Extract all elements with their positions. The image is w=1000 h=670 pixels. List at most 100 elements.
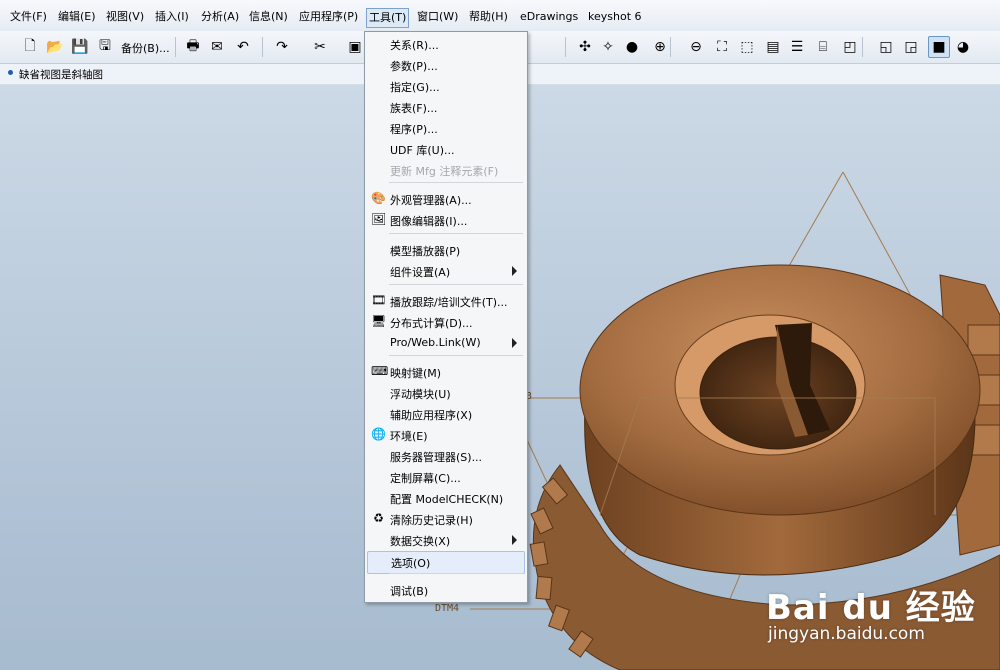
menu-item-3[interactable]: 插入(I) <box>153 9 191 25</box>
undo-icon[interactable]: ↶ <box>233 37 253 57</box>
menu-item-11[interactable]: keyshot 6 <box>586 9 644 25</box>
orient-icon[interactable]: ✧ <box>598 37 618 57</box>
tools-menu-item-21[interactable]: ♻ 清除历史记录(H) <box>367 509 523 530</box>
tools-menu-item-9[interactable]: 模型播放器(P) <box>367 240 523 261</box>
menu-item-1[interactable]: 编辑(E) <box>56 9 98 25</box>
refit-icon[interactable]: ⛶ <box>712 37 732 57</box>
menu-divider <box>389 573 523 574</box>
menu-item-0[interactable]: 文件(F) <box>8 9 49 25</box>
image-editor-icon: 🖼 <box>371 212 387 226</box>
message-text: 缺省视图是斜轴图 <box>19 69 103 81</box>
new-file-icon[interactable]: 🗋 <box>20 37 40 57</box>
save-as-icon[interactable]: 🖫 <box>95 37 115 57</box>
hidden-line-icon[interactable]: ◱ <box>876 37 896 57</box>
tools-menu-item-11[interactable]: 🎞 播放跟踪/培训文件(T)... <box>367 291 523 312</box>
tools-menu-item-label: 程序(P)... <box>390 123 438 136</box>
tools-menu-item-13[interactable]: Pro/Web.Link(W) <box>367 333 523 354</box>
tools-menu-item-label: 分布式计算(D)... <box>390 317 473 330</box>
send-mail-icon[interactable]: ✉ <box>207 37 227 57</box>
tools-menu-item-label: 配置 ModelCHECK(N) <box>390 493 504 506</box>
save-icon[interactable]: 💾 <box>70 37 90 57</box>
tools-menu-item-22[interactable]: 数据交换(X) <box>367 530 523 551</box>
tools-menu-item-6: 更新 Mfg 注释元素(F) <box>367 160 523 181</box>
tools-menu-item-3[interactable]: 族表(F)... <box>367 97 523 118</box>
toolbar-separator <box>565 37 566 57</box>
tools-menu-item-14[interactable]: ⌨ 映射键(M) <box>367 362 523 383</box>
appearance-manager-icon: 🎨 <box>371 191 386 205</box>
menu-item-10[interactable]: eDrawings <box>518 9 580 25</box>
zoom-out-icon[interactable]: ⊖ <box>686 37 706 57</box>
bullet-icon <box>8 70 13 75</box>
menu-item-4[interactable]: 分析(A) <box>199 9 241 25</box>
tools-menu-item-label: 数据交换(X) <box>390 535 451 548</box>
tools-menu-item-19[interactable]: 定制屏幕(C)... <box>367 467 523 488</box>
tools-menu-item-label: 图像编辑器(I)... <box>390 215 468 228</box>
cut-icon[interactable]: ✂ <box>310 37 330 57</box>
tools-menu-item-label: 辅助应用程序(X) <box>390 409 473 422</box>
menu-item-9[interactable]: 帮助(H) <box>467 9 510 25</box>
menu-item-7[interactable]: 工具(T) <box>366 8 410 28</box>
wireframe-icon[interactable]: ◰ <box>840 37 860 57</box>
playback-trail-icon: 🎞 <box>371 293 387 307</box>
tools-menu-item-15[interactable]: 浮动模块(U) <box>367 383 523 404</box>
tools-menu-item-17[interactable]: 🌐 环境(E) <box>367 425 523 446</box>
tools-menu-item-label: 外观管理器(A)... <box>390 194 472 207</box>
tools-menu-item-label: 浮动模块(U) <box>390 388 451 401</box>
tools-menu-item-label: 族表(F)... <box>390 102 438 115</box>
tools-menu-item-16[interactable]: 辅助应用程序(X) <box>367 404 523 425</box>
tools-menu-item-8[interactable]: 🖼 图像编辑器(I)... <box>367 210 523 231</box>
submenu-arrow-icon <box>512 535 517 545</box>
menu-divider <box>389 182 523 183</box>
open-folder-icon[interactable]: 📂 <box>45 37 65 57</box>
toolbar-separator <box>175 37 176 57</box>
submenu-arrow-icon <box>512 266 517 276</box>
tools-menu: 关系(R)... 参数(P)... 指定(G)... 族表(F)... 程序(P)...… <box>364 31 528 603</box>
tools-menu-item-2[interactable]: 指定(G)... <box>367 76 523 97</box>
menu-divider <box>389 355 523 356</box>
shaded-icon[interactable]: ■ <box>928 36 950 58</box>
tools-menu-item-10[interactable]: 组件设置(A) <box>367 261 523 282</box>
tools-menu-item-label: 指定(G)... <box>390 81 440 94</box>
tools-menu-item-label: 定制屏幕(C)... <box>390 472 461 485</box>
no-hidden-icon[interactable]: ◲ <box>901 37 921 57</box>
tools-menu-item-1[interactable]: 参数(P)... <box>367 55 523 76</box>
menu-bar: 文件(F) 编辑(E) 视图(V) 插入(I) 分析(A) 信息(N) 应用程序(P) 工具(… <box>0 0 1000 32</box>
spin-center-icon[interactable]: ✣ <box>575 37 595 57</box>
tools-menu-item-0[interactable]: 关系(R)... <box>367 34 523 55</box>
menu-item-5[interactable]: 信息(N) <box>247 9 290 25</box>
layers-icon[interactable]: ☰ <box>787 37 807 57</box>
tools-menu-item-7[interactable]: 🎨 外观管理器(A)... <box>367 189 523 210</box>
redo-icon[interactable]: ↷ <box>272 37 292 57</box>
backup-button-label[interactable]: 备份(B)... <box>121 40 170 56</box>
tools-menu-item-23[interactable]: 选项(O) <box>367 551 525 574</box>
tools-menu-item-18[interactable]: 服务器管理器(S)... <box>367 446 523 467</box>
menu-divider <box>389 284 523 285</box>
toolbar-separator <box>670 37 671 57</box>
zoom-in-icon[interactable]: ⊕ <box>650 37 670 57</box>
menu-divider <box>389 233 523 234</box>
distributed-computing-icon: 🖥 <box>371 314 387 328</box>
tools-menu-item-20[interactable]: 配置 ModelCHECK(N) <box>367 488 523 509</box>
shading-icon[interactable]: ● <box>622 37 642 57</box>
watermark-url: jingyan.baidu.com <box>768 624 925 644</box>
repaint-icon[interactable]: ▣ <box>345 37 365 57</box>
tools-menu-item-label: 播放跟踪/培训文件(T)... <box>390 296 508 309</box>
toolbar-separator <box>862 37 863 57</box>
model-tree-icon[interactable]: ⌸ <box>813 37 833 57</box>
tools-menu-item-24[interactable]: 调试(B) <box>367 580 523 601</box>
tools-menu-item-12[interactable]: 🖥 分布式计算(D)... <box>367 312 523 333</box>
tools-menu-item-4[interactable]: 程序(P)... <box>367 118 523 139</box>
tools-menu-item-label: 调试(B) <box>390 585 429 598</box>
tools-menu-item-label: 更新 Mfg 注释元素(F) <box>390 165 499 178</box>
print-icon[interactable]: 🖶 <box>183 37 203 57</box>
appearance-icon[interactable]: ◕ <box>953 37 973 57</box>
tools-menu-item-label: 选项(O) <box>391 557 431 570</box>
saved-views-icon[interactable]: ▤ <box>763 37 783 57</box>
menu-item-8[interactable]: 窗口(W) <box>415 9 460 25</box>
menu-item-6[interactable]: 应用程序(P) <box>297 9 360 25</box>
menu-item-2[interactable]: 视图(V) <box>104 9 146 25</box>
tools-menu-item-label: 关系(R)... <box>390 39 439 52</box>
tools-menu-item-label: 参数(P)... <box>390 60 438 73</box>
tools-menu-item-5[interactable]: UDF 库(U)... <box>367 139 523 160</box>
view-manager-icon[interactable]: ⬚ <box>737 37 757 57</box>
